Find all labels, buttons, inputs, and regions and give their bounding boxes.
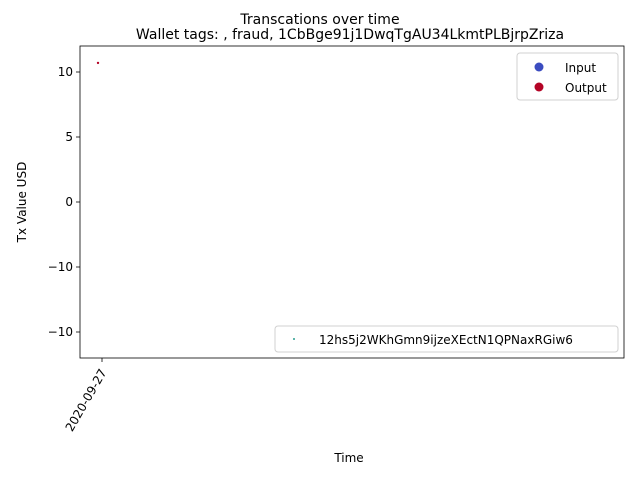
chart-suptitle: Transcations over time: [239, 12, 399, 28]
chart-title: Wallet tags: , fraud, 1CbBge91j1DwqTgAU3…: [136, 27, 564, 43]
legend-input-marker: [534, 62, 544, 72]
legend-lower: 12hs5j2WKhGmn9ijzeXEctN1QPNaxRGiw6: [274, 325, 619, 353]
legend-input-label: Input: [565, 61, 596, 75]
legend-wallet-marker: [293, 338, 295, 340]
data-points: [96, 61, 100, 65]
y-tick-label: 0: [65, 195, 73, 209]
x-axis-ticks: 2020-09-27: [63, 358, 110, 434]
x-tick-label: 2020-09-27: [63, 367, 110, 434]
y-tick-label: −10: [48, 260, 73, 274]
y-tick-label: −10: [48, 325, 73, 339]
y-tick-label: 10: [58, 65, 73, 79]
y-axis-label: Tx Value USD: [15, 162, 29, 244]
data-point-output: [96, 61, 100, 65]
legend-output-label: Output: [565, 81, 607, 95]
y-tick-label: 5: [65, 130, 73, 144]
x-axis-label: Time: [333, 451, 363, 465]
y-axis-ticks: 10 5 0 −10 −10: [48, 65, 80, 339]
legend-output-marker: [534, 82, 544, 92]
chart: Transcations over time Wallet tags: , fr…: [15, 12, 625, 465]
legend-upper: Input Output: [516, 52, 619, 101]
legend-wallet-label: 12hs5j2WKhGmn9ijzeXEctN1QPNaxRGiw6: [319, 333, 573, 347]
